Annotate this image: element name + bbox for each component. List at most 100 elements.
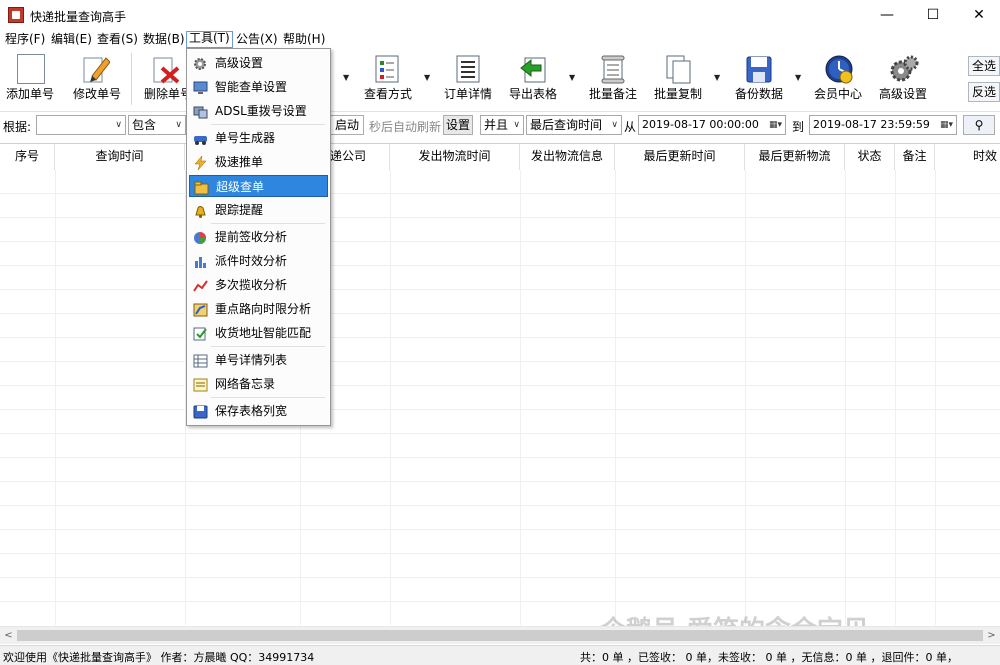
delete-icon	[152, 54, 180, 84]
menu-item-early-sign-analysis[interactable]: 提前签收分析	[189, 226, 328, 248]
list-icon	[193, 353, 208, 368]
search-button[interactable]: ⚲	[963, 115, 995, 135]
menu-item-route-time-analysis[interactable]: 重点路向时限分析	[189, 298, 328, 320]
export-table-button[interactable]: 导出表格	[507, 49, 559, 109]
grid-line	[520, 170, 521, 625]
table-body[interactable]	[0, 170, 1000, 625]
filter-field-select[interactable]: ∨	[36, 115, 126, 135]
grid-line	[895, 170, 896, 625]
save-icon	[193, 404, 208, 419]
monitor-icon	[193, 80, 208, 94]
invert-selection-button[interactable]: 反选	[968, 82, 1000, 102]
filter-bar: 根据: ∨ 包含 ∨ 启动 秒后自动刷新 设置 并且 ∨ 最后查询时间 ∨ 从 201…	[0, 112, 1000, 138]
auto-start-button[interactable]: 启动	[330, 115, 364, 135]
add-tracking-button[interactable]: 添加单号	[4, 49, 56, 109]
refresh-settings-button[interactable]: 设置	[443, 115, 473, 135]
menu-help[interactable]: 帮助(H)	[281, 32, 327, 47]
gears-icon	[889, 54, 919, 84]
column-header-send-info[interactable]: 发出物流信息	[520, 144, 615, 170]
menu-item-detail-list[interactable]: 单号详情列表	[189, 349, 328, 371]
chevron-down-icon: ∨	[175, 120, 182, 130]
logic-select[interactable]: 并且 ∨	[480, 115, 524, 135]
column-header-query-time[interactable]: 查询时间	[55, 144, 185, 170]
edit-tracking-button[interactable]: 修改单号	[70, 49, 122, 109]
menu-view[interactable]: 查看(S)	[95, 32, 140, 47]
column-header-last-logistics[interactable]: 最后更新物流	[745, 144, 845, 170]
folder-icon	[194, 180, 209, 195]
column-header-note[interactable]: 备注	[895, 144, 935, 170]
menu-item-multi-pickup-analysis[interactable]: 多次揽收分析	[189, 274, 328, 296]
menu-separator	[211, 124, 325, 125]
menu-data[interactable]: 数据(B)	[141, 32, 187, 47]
to-label: 到	[792, 120, 805, 134]
order-detail-button[interactable]: 订单详情	[442, 49, 494, 109]
delete-tracking-button[interactable]: 删除单号	[140, 49, 192, 109]
auto-refresh-label: 秒后自动刷新	[369, 120, 442, 134]
member-center-button[interactable]: 会员中心	[812, 49, 864, 109]
backup-data-button[interactable]: 备份数据	[733, 49, 785, 109]
toolbar: 添加单号 修改单号 删除单号 ▼ 查看方式 ▼ 订单详情 导出表格 ▼ 批量备注…	[0, 49, 1000, 112]
batch-copy-button[interactable]: 批量复制	[652, 49, 704, 109]
grid-line	[845, 170, 846, 625]
menu-item-adsl-redial[interactable]: ADSL重拨号设置	[189, 100, 328, 122]
menu-item-advanced-settings[interactable]: 高级设置	[189, 52, 328, 74]
menu-item-number-generator[interactable]: 单号生成器	[189, 127, 328, 149]
batch-note-button[interactable]: 批量备注	[587, 49, 639, 109]
toolbar-separator	[131, 53, 132, 105]
column-header-index[interactable]: 序号	[0, 144, 55, 170]
app-icon	[8, 7, 24, 23]
time-field-select[interactable]: 最后查询时间 ∨	[526, 115, 622, 135]
menu-item-super-query[interactable]: 超级查单	[189, 175, 328, 197]
grid-line	[55, 170, 56, 625]
chevron-down-icon[interactable]: ▼	[714, 73, 720, 82]
chevron-down-icon[interactable]: ▼	[343, 73, 349, 82]
menu-tools[interactable]: 工具(T)	[186, 31, 233, 48]
menu-item-address-match[interactable]: 收货地址智能匹配	[189, 322, 328, 344]
export-icon	[519, 54, 547, 84]
menu-notice[interactable]: 公告(X)	[234, 32, 280, 47]
line-chart-icon	[193, 278, 208, 292]
status-welcome: 欢迎使用《快递批量查询高手》 作者：方晨曦 QQ：34991734	[3, 651, 315, 664]
menu-program[interactable]: 程序(F)	[3, 32, 47, 47]
menu-item-fast-push[interactable]: 极速推单	[189, 151, 328, 173]
minimize-button[interactable]: —	[864, 0, 910, 30]
grid-line	[615, 170, 616, 625]
calendar-icon: ▦▾	[939, 120, 953, 130]
chevron-down-icon[interactable]: ▼	[424, 73, 430, 82]
column-header-status[interactable]: 状态	[845, 144, 895, 170]
horizontal-scrollbar[interactable]: < >	[0, 626, 1000, 644]
view-mode-button[interactable]: 查看方式	[362, 49, 414, 109]
route-icon	[193, 302, 208, 317]
select-all-button[interactable]: 全选	[968, 56, 1000, 76]
menu-item-smart-query-settings[interactable]: 智能查单设置	[189, 76, 328, 98]
close-button[interactable]: ✕	[956, 0, 1000, 30]
document-icon	[17, 54, 45, 84]
to-datetime-picker[interactable]: 2019-08-17 23:59:59 ▦▾	[809, 115, 957, 135]
checklist-icon	[374, 54, 402, 84]
menu-separator	[211, 397, 325, 398]
scroll-left-icon[interactable]: <	[0, 627, 17, 644]
pencil-icon	[82, 54, 111, 84]
chevron-down-icon[interactable]: ▼	[795, 73, 801, 82]
lightning-icon	[193, 155, 208, 171]
list-icon	[454, 54, 482, 84]
from-datetime-picker[interactable]: 2019-08-17 00:00:00 ▦▾	[638, 115, 786, 135]
match-icon	[193, 326, 208, 341]
menu-item-network-memo[interactable]: 网络备忘录	[189, 373, 328, 395]
menu-item-delivery-time-analysis[interactable]: 派件时效分析	[189, 250, 328, 272]
match-mode-select[interactable]: 包含 ∨	[128, 115, 186, 135]
menu-edit[interactable]: 编辑(E)	[49, 32, 94, 47]
column-header-last-update[interactable]: 最后更新时间	[615, 144, 745, 170]
window-title: 快递批量查询高手	[30, 10, 127, 24]
column-header-send-time[interactable]: 发出物流时间	[390, 144, 520, 170]
grid-line	[745, 170, 746, 625]
menu-item-save-column-widths[interactable]: 保存表格列宽	[189, 400, 328, 422]
advanced-settings-button[interactable]: 高级设置	[877, 49, 929, 109]
menu-item-tracking-reminder[interactable]: 跟踪提醒	[189, 199, 328, 221]
scroll-right-icon[interactable]: >	[983, 627, 1000, 644]
scrollbar-thumb[interactable]	[17, 630, 983, 641]
column-header-aging[interactable]: 时效	[935, 144, 1000, 170]
maximize-button[interactable]: ☐	[910, 0, 956, 30]
chevron-down-icon[interactable]: ▼	[569, 73, 575, 82]
filter-label: 根据:	[3, 120, 32, 134]
